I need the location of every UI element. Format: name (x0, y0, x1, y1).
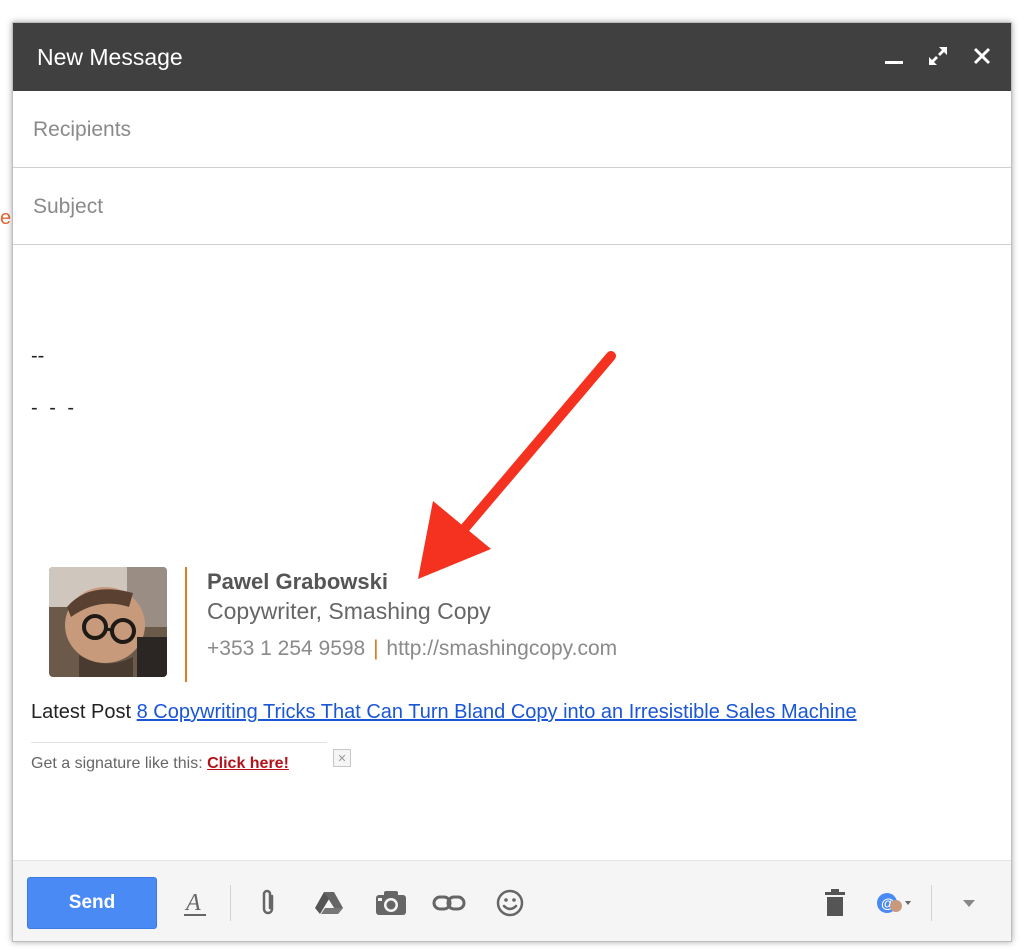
full-screen-button[interactable] (923, 41, 953, 71)
recipients-row (13, 91, 1011, 168)
window-title: New Message (37, 44, 183, 70)
signature-contact: +353 1 254 9598 | http://smashingcopy.co… (207, 637, 617, 661)
signature-selector-button[interactable]: @ (873, 883, 913, 923)
background-logo-fragment: e (0, 207, 12, 229)
more-options-button[interactable] (949, 883, 989, 923)
formatting-button[interactable]: A (175, 883, 215, 923)
more-options-icon (963, 900, 975, 907)
toolbar-divider (230, 885, 231, 921)
svg-text:A: A (184, 890, 201, 916)
insert-photo-button[interactable] (371, 883, 411, 923)
signature-phone: +353 1 254 9598 (207, 637, 366, 660)
signature-photo (49, 567, 167, 677)
compose-toolbar: Send A @ (13, 860, 1011, 941)
subject-row (13, 168, 1011, 245)
trash-icon (825, 889, 845, 916)
recipients-input[interactable] (31, 115, 985, 145)
promo-dismiss-button[interactable]: ✕ (333, 749, 351, 767)
signature-promo: Get a signature like this: Click here! (31, 755, 289, 773)
promo-link[interactable]: Click here! (207, 755, 289, 772)
attach-button[interactable] (249, 883, 289, 923)
link-icon (432, 895, 466, 911)
signature-role: Copywriter, Smashing Copy (207, 598, 491, 624)
signature-dashes-line: - - - (31, 397, 78, 419)
emoji-icon (496, 889, 524, 917)
compose-window: New Message -- - - - (12, 22, 1012, 942)
discard-draft-button[interactable] (815, 883, 855, 923)
attach-icon (262, 889, 274, 915)
message-body[interactable]: -- - - - Pawel Grabowski Copywriter, Sma… (13, 245, 1011, 861)
close-icon (973, 47, 991, 65)
latest-post-link[interactable]: 8 Copywriting Tricks That Can Turn Bland… (137, 701, 857, 723)
signature-avatar-icon: @ (877, 893, 911, 913)
formatting-icon: A (184, 890, 206, 916)
minimize-button[interactable] (879, 41, 909, 71)
photo-icon (376, 891, 406, 915)
signature-divider (185, 567, 187, 682)
send-button[interactable]: Send (27, 877, 157, 929)
expand-icon (929, 47, 947, 65)
insert-link-button[interactable] (429, 883, 469, 923)
minimize-icon (885, 61, 903, 64)
insert-emoji-button[interactable] (490, 883, 530, 923)
signature-name: Pawel Grabowski (207, 569, 388, 594)
signature-separator-line: -- (31, 345, 45, 367)
promo-divider (31, 742, 327, 743)
close-small-icon: ✕ (337, 752, 347, 765)
latest-post-label: Latest Post (31, 701, 132, 723)
close-button[interactable] (967, 41, 997, 71)
insert-drive-button[interactable] (309, 883, 349, 923)
signature-contact-separator: | (373, 637, 379, 660)
signature-website: http://smashingcopy.com (386, 637, 618, 660)
promo-text: Get a signature like this: (31, 755, 203, 772)
latest-post-line: Latest Post 8 Copywriting Tricks That Ca… (31, 701, 857, 724)
drive-icon (315, 892, 343, 914)
compose-titlebar[interactable]: New Message (13, 23, 1011, 91)
subject-input[interactable] (31, 192, 985, 222)
toolbar-divider (931, 885, 932, 921)
